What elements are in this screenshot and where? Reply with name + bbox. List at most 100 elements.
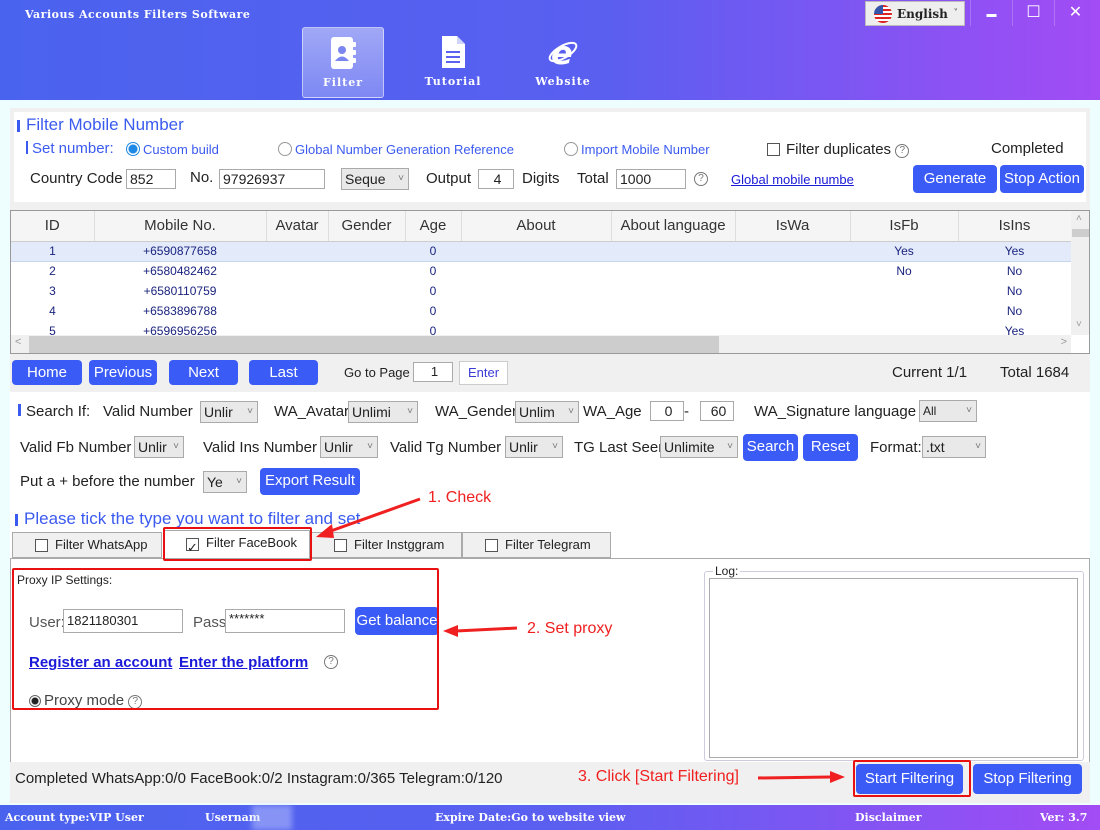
internet-explorer-icon: e xyxy=(548,35,578,69)
cell-iswa xyxy=(735,301,850,321)
wa-gender-select[interactable]: Unlim xyxy=(515,401,579,423)
generate-button[interactable]: Generate xyxy=(913,165,997,193)
number-input[interactable]: 97926937 xyxy=(219,169,325,189)
mode-global-reference[interactable]: Global Number Generation Reference xyxy=(278,142,514,157)
mode-import[interactable]: Import Mobile Number xyxy=(564,142,710,157)
output-input[interactable]: 4 xyxy=(478,169,514,189)
next-button[interactable]: Next xyxy=(169,360,238,385)
valid-tg-select[interactable]: Unlir xyxy=(505,436,563,458)
filter-duplicates-checkbox[interactable]: Filter duplicates ? xyxy=(767,141,910,158)
valid-ins-select[interactable]: Unlir xyxy=(320,436,378,458)
cell-avatar xyxy=(266,240,328,262)
tab-filter-telegram[interactable]: Filter Telegram xyxy=(462,532,611,558)
tab-whatsapp-label: Filter WhatsApp xyxy=(55,537,148,552)
scrollbar-thumb[interactable] xyxy=(1072,229,1089,237)
tg-last-seen-select[interactable]: Unlimite xyxy=(660,436,738,458)
language-value: English xyxy=(897,6,948,21)
cell-gender xyxy=(328,240,405,262)
annotation-step1: 1. Check xyxy=(428,489,492,506)
cell-mobile: +6580110759 xyxy=(143,284,217,298)
table-row[interactable]: 2 +6580482462 0 No No xyxy=(11,261,1071,281)
valid-number-select[interactable]: Unlir xyxy=(200,401,258,423)
search-button[interactable]: Search xyxy=(743,434,798,461)
mode-import-label: Import Mobile Number xyxy=(581,142,710,157)
cell-gender xyxy=(328,261,405,281)
close-button[interactable]: ✕ xyxy=(1054,0,1096,26)
help-icon[interactable]: ? xyxy=(895,144,910,158)
col-id[interactable]: ID xyxy=(11,211,95,242)
scroll-right-icon[interactable]: > xyxy=(1061,336,1067,348)
plus-prefix-select[interactable]: Ye xyxy=(203,471,247,493)
help-icon[interactable]: ? xyxy=(694,172,708,186)
col-age[interactable]: Age xyxy=(405,211,462,242)
mode-custom-build[interactable]: Custom build xyxy=(126,142,219,157)
nav-website[interactable]: e Website xyxy=(522,27,604,98)
radio-icon xyxy=(278,142,292,156)
tab-filter-whatsapp[interactable]: Filter WhatsApp xyxy=(12,532,162,558)
enter-button[interactable]: Enter xyxy=(459,361,508,385)
scroll-down-icon[interactable]: ˅ xyxy=(1076,319,1082,330)
valid-number-label: Valid Number xyxy=(103,403,193,420)
order-select[interactable]: Seque xyxy=(341,168,409,190)
col-isins[interactable]: IsIns xyxy=(958,211,1072,242)
stop-filtering-button[interactable]: Stop Filtering xyxy=(973,764,1082,794)
col-gender[interactable]: Gender xyxy=(328,211,406,242)
table-row[interactable]: 3 +6580110759 0 No xyxy=(11,281,1071,301)
wa-avatar-select[interactable]: Unlimi xyxy=(348,401,418,423)
cell-age: 0 xyxy=(429,264,437,279)
nav-filter[interactable]: Filter xyxy=(302,27,384,98)
language-select[interactable]: English ˅ xyxy=(865,1,965,26)
total-count: Total 1684 xyxy=(1000,364,1070,381)
col-about[interactable]: About xyxy=(461,211,612,242)
col-avatar[interactable]: Avatar xyxy=(266,211,329,242)
cell-age: 0 xyxy=(429,284,437,298)
horizontal-scrollbar[interactable]: < > xyxy=(11,335,1071,353)
stop-action-button[interactable]: Stop Action xyxy=(1000,165,1084,193)
home-button[interactable]: Home xyxy=(12,360,82,385)
col-iswa[interactable]: IsWa xyxy=(735,211,851,242)
results-table: ID Mobile No. Avatar Gender Age About Ab… xyxy=(10,210,1090,354)
checkbox-icon xyxy=(767,143,780,156)
cell-mobile: +6583896788 xyxy=(143,304,217,318)
vertical-scrollbar[interactable]: ˄ ˅ xyxy=(1071,211,1089,335)
tab-filter-instagram[interactable]: Filter Instggram xyxy=(311,532,462,558)
table-row[interactable]: 1 +6590877658 0 Yes Yes xyxy=(11,240,1071,262)
tab-telegram-label: Filter Telegram xyxy=(505,537,591,552)
wa-age-max-input[interactable]: 60 xyxy=(700,401,734,421)
cell-id: 4 xyxy=(49,304,56,318)
document-icon xyxy=(442,36,465,68)
table-row[interactable]: 4 +6583896788 0 No xyxy=(11,301,1071,321)
maximize-button[interactable]: ☐ xyxy=(1012,0,1054,26)
wa-signature-select[interactable]: All xyxy=(919,400,977,422)
col-isfb[interactable]: IsFb xyxy=(850,211,959,242)
log-textarea[interactable] xyxy=(709,578,1078,758)
col-about-language[interactable]: About language xyxy=(611,211,736,242)
col-mobile[interactable]: Mobile No. xyxy=(94,211,267,242)
last-button[interactable]: Last xyxy=(249,360,318,385)
nav-tutorial[interactable]: Tutorial xyxy=(412,27,494,98)
valid-fb-select[interactable]: Unlir xyxy=(134,436,184,458)
cell-isfb: Yes xyxy=(850,240,958,262)
search-if-label: Search If: xyxy=(18,403,90,420)
minimize-button[interactable]: ▬ xyxy=(970,0,1012,26)
global-mobile-link[interactable]: Global mobile numbe xyxy=(731,172,854,187)
annotation-step2: 2. Set proxy xyxy=(527,620,613,637)
format-select[interactable]: .txt xyxy=(922,436,986,458)
cell-isins: No xyxy=(1006,304,1023,318)
blurred-username xyxy=(252,805,292,830)
reset-button[interactable]: Reset xyxy=(803,434,858,461)
maximize-icon: ☐ xyxy=(1026,4,1041,21)
log-label: Log: xyxy=(713,564,741,578)
disclaimer-link[interactable]: Disclaimer xyxy=(855,811,922,824)
goto-page-input[interactable]: 1 xyxy=(413,362,453,382)
scroll-up-icon[interactable]: ˄ xyxy=(1076,213,1082,224)
country-code-input[interactable]: 852 xyxy=(126,169,176,189)
total-input[interactable]: 1000 xyxy=(616,169,686,189)
scroll-left-icon[interactable]: < xyxy=(15,336,21,348)
wa-age-min-input[interactable]: 0 xyxy=(650,401,684,421)
previous-button[interactable]: Previous xyxy=(89,360,157,385)
filter-duplicates-label: Filter duplicates xyxy=(786,141,892,158)
us-flag-icon xyxy=(874,4,892,23)
scrollbar-thumb[interactable] xyxy=(29,336,719,353)
export-result-button[interactable]: Export Result xyxy=(260,468,360,495)
